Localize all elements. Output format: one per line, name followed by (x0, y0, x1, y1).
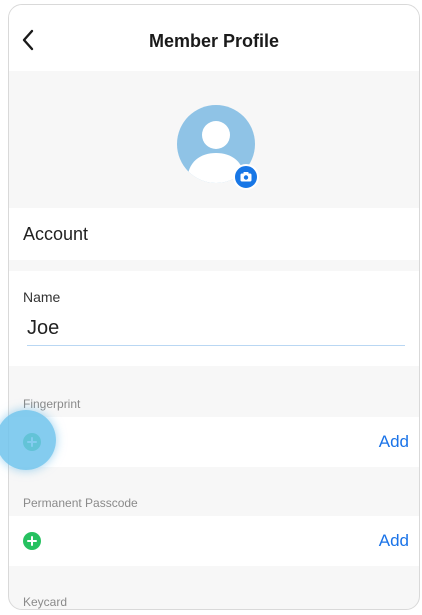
screen: Member Profile Account Name Fingerprint … (8, 4, 420, 610)
add-fingerprint-button[interactable]: Add (379, 432, 409, 452)
add-passcode-button[interactable]: Add (379, 531, 409, 551)
passcode-add-row[interactable]: Add (9, 516, 419, 566)
name-section: Name (9, 271, 419, 366)
passcode-section-label: Permanent Passcode (23, 496, 138, 510)
page-title: Member Profile (148, 31, 280, 51)
change-photo-button[interactable] (233, 164, 259, 190)
fingerprint-add-row[interactable]: Add (9, 417, 419, 467)
account-label: Account (23, 224, 89, 244)
plus-circle-icon (23, 532, 41, 550)
name-input[interactable] (27, 311, 405, 346)
camera-icon (240, 172, 252, 182)
account-row: Account (9, 208, 419, 260)
name-label: Name (23, 289, 61, 305)
keycard-section-label: Keycard (23, 595, 68, 609)
fingerprint-section-label: Fingerprint (23, 397, 81, 411)
avatar-section (9, 71, 419, 208)
navigation-bar: Member Profile (9, 5, 419, 71)
